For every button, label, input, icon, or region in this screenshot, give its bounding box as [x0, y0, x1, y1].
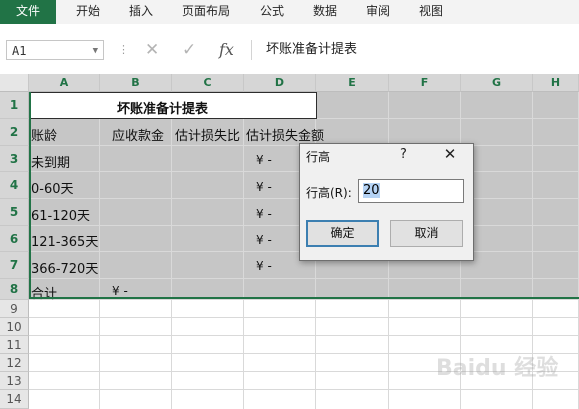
row-header-1[interactable]: 1	[0, 92, 29, 119]
aging-label: 0-60天	[31, 182, 74, 197]
column-header-f[interactable]: F	[389, 74, 461, 92]
dialog-title: 行高	[306, 150, 331, 164]
row-height-value: 20	[363, 183, 380, 198]
row-header-4[interactable]: 4	[0, 172, 29, 199]
name-box-value: A1	[12, 44, 27, 58]
aging-label: 121-365天	[31, 235, 99, 250]
ok-button[interactable]: 确定	[306, 220, 379, 247]
cancel-icon[interactable]: ✕	[145, 40, 159, 60]
row-header-12[interactable]: 12	[0, 354, 29, 372]
tab-home[interactable]: 开始	[76, 0, 100, 24]
close-icon[interactable]: ✕	[440, 145, 460, 163]
row-height-dialog[interactable]: 行高 ? ✕ 行高(R): 20 确定 取消	[299, 143, 474, 261]
formula-input[interactable]: 坏账准备计提表	[251, 40, 579, 60]
loss-amount-value: ¥ -	[256, 259, 272, 273]
tab-view[interactable]: 视图	[419, 0, 443, 24]
row-header-5[interactable]: 5	[0, 199, 29, 226]
column-header-h[interactable]: H	[533, 74, 579, 92]
select-all-corner[interactable]	[0, 74, 29, 92]
row-header-6[interactable]: 6	[0, 226, 29, 252]
header-aging: 账龄	[31, 129, 58, 144]
row-height-label: 行高(R):	[306, 186, 352, 200]
cancel-button[interactable]: 取消	[390, 220, 463, 247]
column-header-g[interactable]: G	[461, 74, 533, 92]
row-header-7[interactable]: 7	[0, 252, 29, 279]
loss-amount-value: ¥ -	[256, 180, 272, 194]
row-header-9[interactable]: 9	[0, 300, 29, 318]
column-header-b[interactable]: B	[100, 74, 172, 92]
row-header-10[interactable]: 10	[0, 318, 29, 336]
chevron-down-icon[interactable]: ▼	[93, 41, 98, 61]
tab-formulas[interactable]: 公式	[260, 0, 284, 24]
tab-insert[interactable]: 插入	[129, 0, 153, 24]
formula-bar-grip-icon: ⋮	[118, 43, 129, 56]
total-label: 合计	[31, 287, 58, 302]
row-header-11[interactable]: 11	[0, 336, 29, 354]
row-10-cells[interactable]	[29, 318, 579, 336]
loss-amount-value: ¥ -	[256, 233, 272, 247]
row-header-14[interactable]: 14	[0, 390, 29, 409]
loss-amount-value: ¥ -	[256, 207, 272, 221]
tab-review[interactable]: 审阅	[366, 0, 390, 24]
aging-label: 366-720天	[31, 262, 99, 277]
header-loss-ratio: 估计损失比	[175, 129, 241, 144]
header-receivable: 应收款金	[112, 129, 165, 144]
sheet-title: 坏账准备计提表	[117, 102, 209, 117]
name-box[interactable]: A1 ▼	[6, 40, 104, 60]
row-height-input[interactable]: 20	[358, 179, 464, 203]
column-header-e[interactable]: E	[316, 74, 389, 92]
insert-function-icon[interactable]: fx	[219, 40, 234, 60]
column-header-a[interactable]: A	[29, 74, 100, 92]
tab-file[interactable]: 文件	[0, 0, 56, 24]
watermark-logo: Baidu 经验	[436, 356, 559, 381]
aging-label: 61-120天	[31, 209, 91, 224]
loss-amount-value: ¥ -	[256, 153, 272, 167]
row-header-2[interactable]: 2	[0, 119, 29, 146]
total-receivable-value: ¥ -	[112, 284, 128, 298]
help-icon[interactable]: ?	[400, 147, 407, 162]
enter-icon[interactable]: ✓	[182, 40, 196, 60]
row-header-13[interactable]: 13	[0, 372, 29, 390]
aging-label: 未到期	[31, 156, 71, 171]
row-header-3[interactable]: 3	[0, 146, 29, 172]
column-header-d[interactable]: D	[244, 74, 316, 92]
row-header-8[interactable]: 8	[0, 279, 29, 300]
formula-bar-row: A1 ▼ ⋮ ✕ ✓ fx 坏账准备计提表	[0, 24, 579, 74]
column-header-c[interactable]: C	[172, 74, 244, 92]
header-loss-amount: 估计损失金额	[246, 129, 325, 144]
tab-page-layout[interactable]: 页面布局	[182, 0, 230, 24]
row-9-cells[interactable]	[29, 300, 579, 318]
tab-data[interactable]: 数据	[313, 0, 337, 24]
ribbon-tab-bar: 文件 开始 插入 页面布局 公式 数据 审阅 视图	[0, 0, 579, 25]
